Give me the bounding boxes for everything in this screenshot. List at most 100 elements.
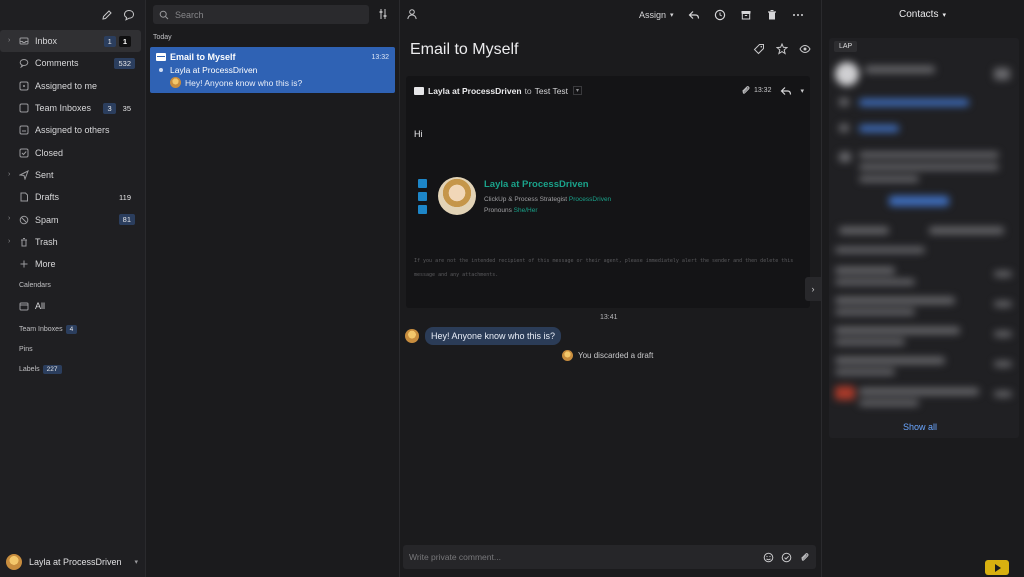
sidebar-item-drafts[interactable]: Drafts 119 — [0, 186, 145, 208]
comment-icon — [19, 58, 29, 69]
count-badge: 119 — [119, 192, 131, 202]
sidebar-item-trash[interactable]: › Trash — [0, 231, 145, 253]
sidebar-item-label: All — [35, 301, 46, 312]
sidebar-item-assigned-to-others[interactable]: Assigned to others — [0, 119, 145, 141]
account-name: Layla at ProcessDriven — [29, 557, 122, 567]
chevron-right-icon[interactable]: › — [8, 215, 10, 222]
sidebar-item-label: Sent — [35, 169, 54, 180]
signature-role: ClickUp & Process Strategist — [484, 196, 568, 203]
message-body-greeting: Hi — [414, 129, 423, 139]
send-icon — [19, 169, 29, 180]
archive-icon[interactable] — [740, 9, 752, 21]
draft-icon — [19, 192, 29, 202]
calendars-header[interactable]: Calendars — [0, 275, 145, 295]
chevron-right-icon[interactable]: › — [8, 238, 10, 245]
to-label: to — [524, 85, 532, 96]
assign-button[interactable]: Assign ▾ — [639, 10, 674, 20]
day-group-label: Today — [153, 34, 172, 41]
sidebar-item-inbox[interactable]: › Inbox 1 1 — [0, 30, 141, 53]
message-sender[interactable]: Layla at ProcessDriven — [428, 86, 522, 96]
sidebar-item-label: Trash — [35, 236, 58, 247]
recipient-details-toggle[interactable]: ▾ — [573, 86, 583, 95]
chevron-down-icon[interactable]: ▾ — [800, 87, 804, 95]
attachment-paperclip-icon[interactable] — [799, 552, 810, 563]
sidebar-item-spam[interactable]: › Spam 81 — [0, 208, 145, 230]
snooze-clock-icon[interactable] — [714, 9, 726, 21]
filter-sliders-icon[interactable] — [377, 8, 389, 20]
comment-bubble[interactable]: Hey! Anyone know who this is? — [425, 327, 562, 345]
show-all-link[interactable]: Show all — [903, 422, 937, 432]
check-circle-icon[interactable] — [781, 552, 792, 563]
signature-photo — [438, 177, 476, 215]
sidebar-item-team-inboxes[interactable]: Team Inboxes 3 35 — [0, 97, 145, 119]
trash-icon[interactable] — [766, 9, 778, 21]
unread-count-badge: 1 — [103, 35, 116, 47]
subject-actions — [753, 43, 811, 55]
assign-label: Assign — [639, 10, 667, 20]
play-video-icon[interactable] — [985, 560, 1009, 575]
user-icon[interactable] — [406, 8, 418, 20]
message-header: Layla at ProcessDriven to Test Test ▾ 13… — [414, 85, 804, 96]
count-badge: 532 — [114, 57, 135, 69]
message-recipient[interactable]: Test Test — [535, 86, 568, 96]
emoji-icon[interactable] — [763, 552, 774, 563]
message-subject: Email to Myself — [410, 41, 519, 58]
count-badge: 4 — [65, 325, 78, 335]
more-options-icon[interactable] — [792, 9, 804, 21]
sidebar-item-label: Inbox — [35, 36, 58, 47]
sidebar-item-label: Team Inboxes — [35, 103, 92, 114]
thread-timestamp: 13:41 — [600, 314, 618, 321]
sidebar-item-assigned-to-me[interactable]: Assigned to me — [0, 75, 145, 97]
eye-icon[interactable] — [799, 43, 811, 55]
sidebar-item-label: Comments — [35, 58, 79, 69]
chevron-right-icon[interactable]: › — [8, 171, 10, 178]
conversation-item[interactable]: Email to Myself 13:32 Layla at ProcessDr… — [150, 47, 395, 93]
sidebar-item-label: More — [35, 259, 56, 270]
message-toolbar: Assign ▾ — [639, 6, 804, 24]
compose-pencil-icon[interactable] — [101, 9, 113, 21]
attachment-paperclip-icon — [740, 85, 751, 96]
sidebar-item-sent[interactable]: › Sent — [0, 164, 145, 186]
facebook-icon[interactable] — [418, 205, 427, 214]
section-label: Labels — [19, 366, 40, 374]
chevron-right-icon[interactable]: › — [8, 37, 10, 44]
reply-icon[interactable] — [780, 85, 792, 96]
tag-icon[interactable] — [753, 43, 765, 55]
sidebar-item-closed[interactable]: Closed — [0, 141, 145, 163]
comment-input[interactable] — [409, 552, 763, 562]
unread-dot — [159, 68, 163, 72]
youtube-icon[interactable] — [418, 179, 427, 188]
team-inboxes-header[interactable]: Team Inboxes 4 — [0, 320, 145, 340]
sidebar-item-label: Assigned to others — [35, 125, 110, 136]
contact-initials-badge: LAP — [834, 41, 858, 52]
unread-count-badge: 3 — [103, 102, 116, 114]
conversation-list-pane: Today Email to Myself 13:32 Layla at Pro… — [146, 0, 400, 577]
star-icon[interactable] — [776, 43, 788, 55]
chat-bubble-icon[interactable] — [123, 9, 135, 21]
team-inbox-icon — [19, 103, 29, 113]
search-input[interactable] — [175, 9, 355, 20]
search-bar[interactable] — [153, 5, 369, 24]
sidebar-item-comments[interactable]: Comments 532 — [0, 52, 145, 74]
signature-name: Layla at ProcessDriven — [484, 179, 589, 190]
contacts-dropdown[interactable]: Contacts ▾ — [899, 9, 946, 20]
email-disclaimer: If you are not the intended recipient of… — [414, 258, 794, 278]
email-message-card: Layla at ProcessDriven to Test Test ▾ 13… — [406, 76, 810, 308]
private-comment-box[interactable] — [403, 545, 816, 569]
labels-header[interactable]: Labels 227 — [0, 360, 145, 380]
signature-company-link[interactable]: ProcessDriven — [569, 196, 611, 203]
contacts-title: Contacts — [899, 9, 939, 20]
avatar — [170, 77, 181, 88]
reply-icon[interactable] — [688, 9, 700, 21]
account-switcher[interactable]: Layla at ProcessDriven ▾ — [0, 547, 146, 577]
section-label: Calendars — [19, 281, 51, 289]
total-count-badge: 35 — [122, 103, 131, 113]
spam-icon — [19, 215, 29, 225]
reading-pane: Email to Myself Layla at ProcessDriven t… — [400, 30, 821, 577]
expand-contacts-arrow[interactable]: › — [805, 277, 821, 301]
sidebar-item-calendar-all[interactable]: All — [0, 295, 145, 317]
search-icon — [159, 10, 169, 20]
instagram-icon[interactable] — [418, 192, 427, 201]
pins-header[interactable]: Pins — [0, 340, 145, 360]
sidebar-item-more[interactable]: More — [0, 253, 145, 275]
